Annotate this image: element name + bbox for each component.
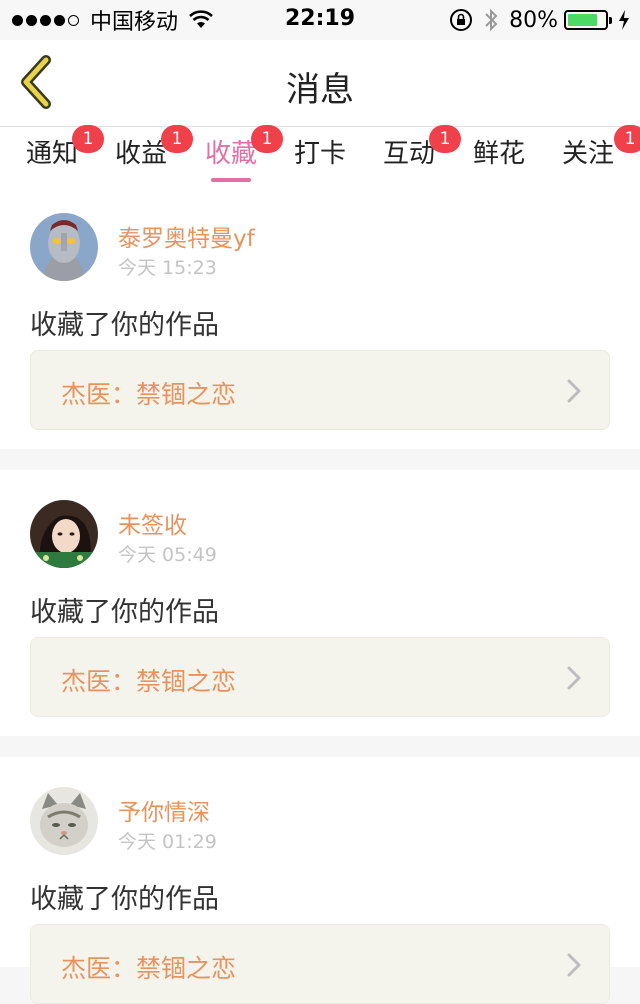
message-card: 未签收 今天 05:49 收藏了你的作品 杰医：禁锢之恋 [0, 470, 640, 736]
tab-bar: 通知 1 收益 1 收藏 1 打卡 互动 1 鲜花 关注 1 [0, 125, 640, 183]
battery-fill [568, 14, 597, 26]
tab-earnings[interactable]: 收益 1 [115, 125, 193, 170]
orientation-lock-icon [450, 9, 473, 31]
username[interactable]: 未签收 [118, 506, 187, 540]
tab-label: 互动 [383, 139, 436, 169]
username[interactable]: 予你情深 [118, 793, 210, 827]
tab-label: 通知 [26, 139, 79, 169]
chevron-right-icon [567, 379, 581, 403]
unread-badge: 1 [251, 125, 283, 153]
timestamp: 今天 01:29 [118, 831, 217, 853]
work-title: 杰医：禁锢之恋 [61, 667, 237, 696]
tab-label: 收益 [115, 139, 168, 169]
tab-label: 鲜花 [473, 139, 526, 169]
work-link[interactable]: 杰医：禁锢之恋 [30, 924, 610, 1004]
message-card: 予你情深 今天 01:29 收藏了你的作品 杰医：禁锢之恋 [0, 757, 640, 1004]
charging-bolt-icon [619, 10, 629, 30]
unread-badge: 1 [72, 125, 104, 153]
action-text: 收藏了你的作品 [30, 597, 219, 628]
nav-bar: 消息 [0, 40, 640, 127]
tab-label: 打卡 [294, 139, 347, 169]
action-text: 收藏了你的作品 [30, 310, 219, 341]
page-title: 消息 [286, 70, 354, 110]
chevron-right-icon [567, 666, 581, 690]
unread-badge: 1 [614, 125, 640, 153]
avatar[interactable] [30, 213, 98, 281]
work-link[interactable]: 杰医：禁锢之恋 [30, 637, 610, 717]
username[interactable]: 泰罗奥特曼yf [118, 219, 255, 253]
timestamp: 今天 05:49 [118, 544, 217, 566]
unread-badge: 1 [429, 125, 461, 153]
tab-favorites[interactable]: 收藏 1 [205, 125, 283, 182]
unread-badge: 1 [161, 125, 193, 153]
tab-interaction[interactable]: 互动 1 [383, 125, 461, 170]
battery-icon [564, 10, 612, 30]
tab-flowers[interactable]: 鲜花 [473, 133, 525, 170]
work-title: 杰医：禁锢之恋 [61, 954, 237, 983]
action-text: 收藏了你的作品 [30, 884, 219, 915]
tab-checkin[interactable]: 打卡 [294, 133, 346, 170]
battery-percent: 80% [509, 7, 558, 33]
status-right: 80% [449, 6, 630, 34]
active-tab-indicator [211, 178, 252, 182]
bluetooth-icon [485, 8, 498, 32]
message-card: 泰罗奥特曼yf 今天 15:23 收藏了你的作品 杰医：禁锢之恋 [0, 183, 640, 449]
timestamp: 今天 15:23 [118, 257, 217, 279]
tab-label: 收藏 [205, 139, 258, 169]
work-title: 杰医：禁锢之恋 [61, 380, 237, 409]
tab-label: 关注 [562, 139, 615, 169]
tab-notifications[interactable]: 通知 1 [26, 125, 104, 170]
status-bar: 中国移动 22:19 80% [0, 0, 640, 40]
chevron-right-icon [567, 953, 581, 977]
avatar[interactable] [30, 500, 98, 568]
work-link[interactable]: 杰医：禁锢之恋 [30, 350, 610, 430]
tab-follow[interactable]: 关注 1 [562, 125, 640, 170]
avatar[interactable] [30, 787, 98, 855]
